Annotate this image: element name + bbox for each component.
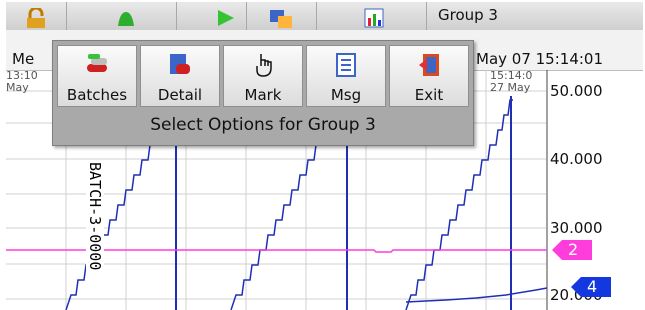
play-icon [216, 8, 236, 32]
mark-button[interactable]: Mark [223, 45, 303, 107]
right-time-label: 15:14:0 27 May [490, 70, 532, 94]
menu-label[interactable]: Me [12, 50, 34, 68]
bar-chart-icon [364, 8, 384, 32]
y-tick-40: 40.000 [550, 150, 603, 168]
screens-toolbar-button[interactable] [246, 2, 317, 30]
msg-label: Msg [330, 86, 362, 104]
message-list-icon [336, 53, 356, 77]
group-options-popup: Batches Detail Mark Msg Exit Select Opti… [52, 40, 474, 146]
pen-4-marker[interactable]: 4 [571, 277, 611, 297]
hand-pointer-icon [256, 54, 272, 77]
bell-toolbar-button[interactable] [66, 2, 177, 30]
report-toolbar-button[interactable] [316, 2, 427, 30]
pen-2-marker[interactable]: 2 [552, 240, 592, 260]
left-time-label: 13:10 May [6, 70, 38, 94]
popup-caption: Select Options for Group 3 [150, 115, 376, 135]
y-tick-30: 30.000 [550, 219, 603, 237]
batches-button[interactable]: Batches [57, 45, 137, 107]
batches-label: Batches [66, 86, 128, 104]
lock-icon [24, 6, 48, 32]
top-toolbar: Group 3 [6, 2, 643, 31]
right-date: 27 May [490, 81, 531, 94]
menu-toolbar-button[interactable] [6, 2, 67, 30]
detail-button[interactable]: Detail [140, 45, 220, 107]
left-date: May [6, 81, 29, 94]
pen-2-number: 2 [568, 240, 579, 259]
exit-door-icon [419, 54, 439, 76]
group-title: Group 3 [438, 6, 498, 24]
batch-label: BATCH-3-0000 [86, 162, 104, 271]
datetime-display: May 07 15:14:01 [476, 50, 604, 68]
detail-label: Detail [157, 86, 203, 104]
exit-label: Exit [414, 86, 444, 104]
msg-button[interactable]: Msg [306, 45, 386, 107]
y-tick-50: 50.000 [550, 82, 603, 100]
screens-icon [268, 8, 294, 32]
pen-4-number: 4 [587, 277, 598, 296]
mark-label: Mark [244, 86, 282, 104]
recorder-screen: Group 3 Me May 07 15:14:01 13:10 May 15:… [0, 0, 645, 310]
exit-button[interactable]: Exit [389, 45, 469, 107]
detail-icon [170, 54, 190, 74]
play-toolbar-button[interactable] [176, 2, 247, 30]
bell-icon [114, 8, 138, 32]
batches-icon [87, 54, 107, 72]
